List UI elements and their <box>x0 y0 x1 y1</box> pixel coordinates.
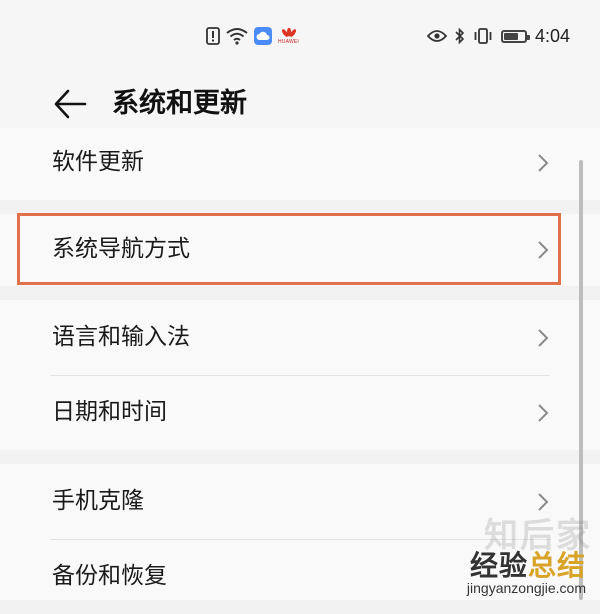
battery-icon <box>500 29 530 43</box>
chevron-right-icon <box>538 493 549 511</box>
chevron-right-icon <box>538 404 549 422</box>
date-time-item[interactable]: 日期和时间 <box>0 375 600 450</box>
phone-clone-label: 手机克隆 <box>52 488 144 514</box>
chevron-right-icon <box>538 329 549 347</box>
settings-group-locale: 语言和输入法 日期和时间 <box>0 300 600 450</box>
backup-restore-item[interactable]: 备份和恢复 <box>0 539 600 614</box>
software-update-label: 软件更新 <box>52 149 144 175</box>
language-input-label: 语言和输入法 <box>52 324 190 350</box>
system-navigation-item[interactable]: 系统导航方式 <box>0 214 600 289</box>
backup-restore-label: 备份和恢复 <box>52 563 167 589</box>
brand-name: HUAWEI <box>278 38 300 45</box>
status-icons-left: HUAWEI <box>206 24 299 48</box>
status-bar: HUAWEI 4:04 <box>0 0 600 70</box>
alert-icon <box>206 27 220 45</box>
software-update-item[interactable]: 软件更新 <box>0 128 600 203</box>
page-title: 系统和更新 <box>112 88 247 119</box>
language-input-item[interactable]: 语言和输入法 <box>0 300 600 375</box>
clock: 4:04 <box>534 25 570 46</box>
vibrate-icon <box>474 28 492 44</box>
brand-logo: HUAWEI <box>278 27 300 45</box>
chevron-right-icon <box>538 154 549 172</box>
system-navigation-label: 系统导航方式 <box>52 236 190 262</box>
chevron-right-icon <box>538 241 549 259</box>
status-icons-right: 4:04 <box>426 24 570 48</box>
cloud-icon <box>254 27 272 45</box>
battery-level <box>503 32 518 40</box>
wifi-icon <box>226 28 248 45</box>
flower-logo-icon <box>281 27 296 37</box>
back-button[interactable] <box>50 84 90 124</box>
settings-group-data: 手机克隆 备份和恢复 <box>0 464 600 600</box>
phone-clone-item[interactable]: 手机克隆 <box>0 464 600 539</box>
arrow-left-icon <box>54 89 87 119</box>
scrollbar[interactable] <box>579 160 583 600</box>
settings-group-update: 软件更新 <box>0 128 600 200</box>
date-time-label: 日期和时间 <box>52 399 167 425</box>
bluetooth-icon <box>455 27 465 45</box>
settings-group-navigation: 系统导航方式 <box>0 214 600 286</box>
eye-icon <box>426 30 447 42</box>
